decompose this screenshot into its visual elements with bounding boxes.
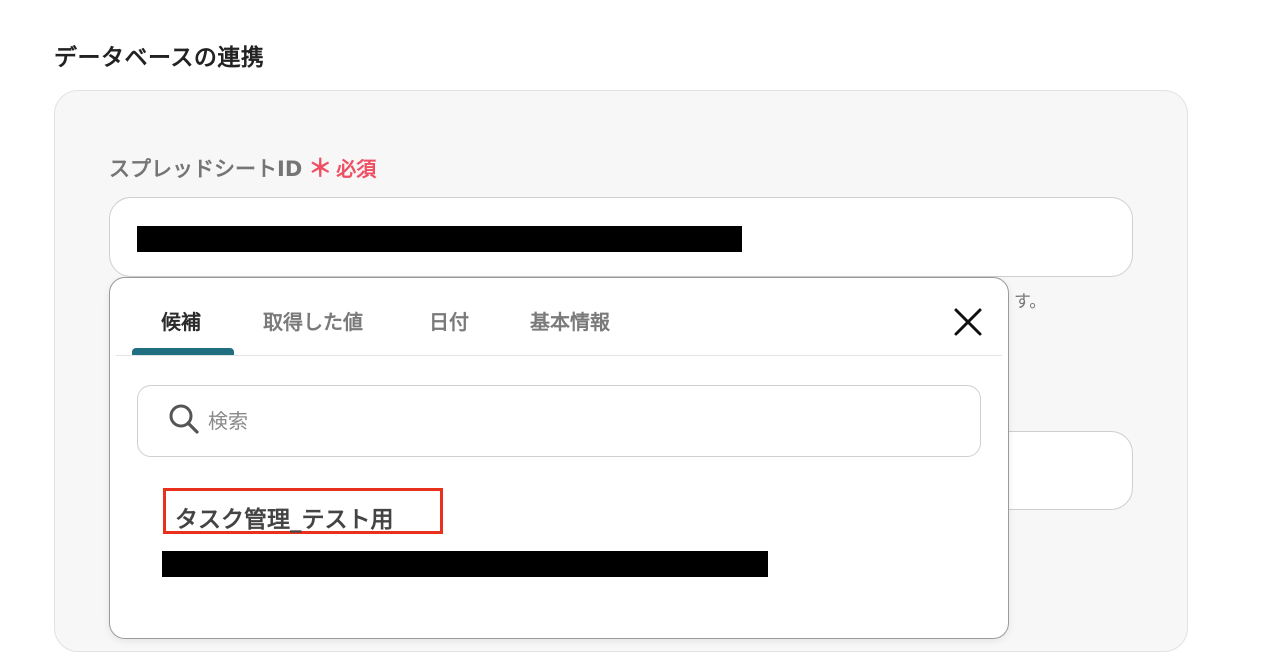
candidate-name: タスク管理_テスト用 [175,507,394,533]
close-icon [954,308,982,336]
redacted-candidate-id [162,551,768,577]
tab-retrieved-values[interactable]: 取得した値 [263,306,363,335]
picker-tabs: 候補 取得した値 日付 基本情報 [110,278,1008,356]
secondary-input[interactable] [990,431,1133,510]
close-button[interactable] [952,306,984,338]
search-input[interactable] [206,404,910,438]
spreadsheet-id-label-text: スプレッドシートID [109,157,303,181]
value-picker-popup: 候補 取得した値 日付 基本情報 タスク管理_テスト用 [109,277,1009,639]
required-badge: 必須 [336,157,377,181]
tab-divider [116,355,1002,356]
redacted-value [137,226,742,252]
candidate-item[interactable]: タスク管理_テスト用 [163,488,443,534]
tab-date[interactable]: 日付 [429,306,469,335]
search-icon [169,404,199,434]
tab-basic-info[interactable]: 基本情報 [530,306,610,335]
field-help-text: す。 [1014,292,1047,312]
spreadsheet-id-label: スプレッドシートID ＊必須 [109,148,376,183]
search-box [137,385,981,457]
section-title: データベースの連携 [54,45,265,71]
tab-candidates[interactable]: 候補 [161,306,201,335]
required-mark: ＊ [308,154,333,182]
